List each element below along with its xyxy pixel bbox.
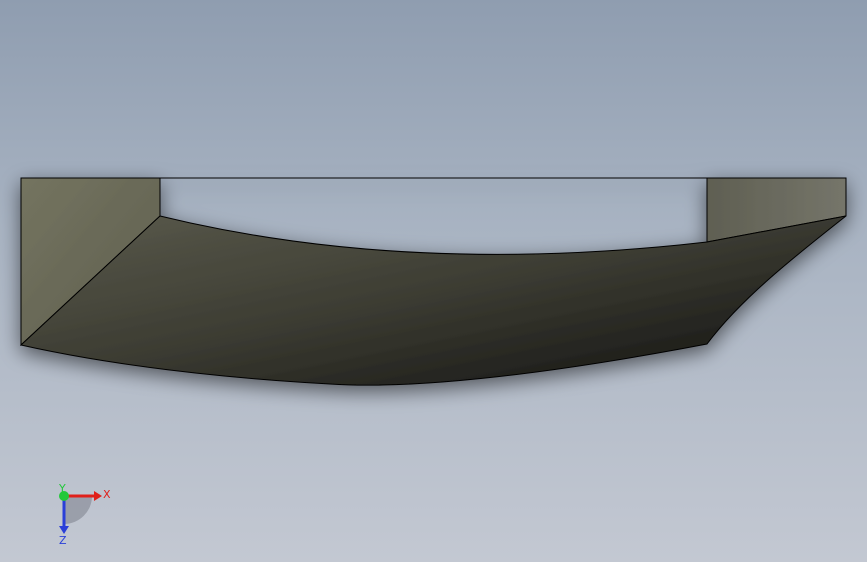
model-view[interactable]	[0, 0, 867, 562]
triad-arc-shadow	[64, 496, 92, 524]
curved-front-face[interactable]	[19, 215, 847, 386]
graphics-viewport[interactable]: X Z Y	[0, 0, 867, 562]
z-axis-arrow	[59, 526, 69, 534]
x-axis-arrow	[94, 491, 102, 501]
reference-triad: X Z Y	[58, 482, 111, 546]
x-axis-label: X	[103, 488, 111, 501]
y-axis-label: Y	[58, 482, 66, 495]
part-body[interactable]	[19, 177, 847, 386]
z-axis-label: Z	[59, 534, 67, 546]
